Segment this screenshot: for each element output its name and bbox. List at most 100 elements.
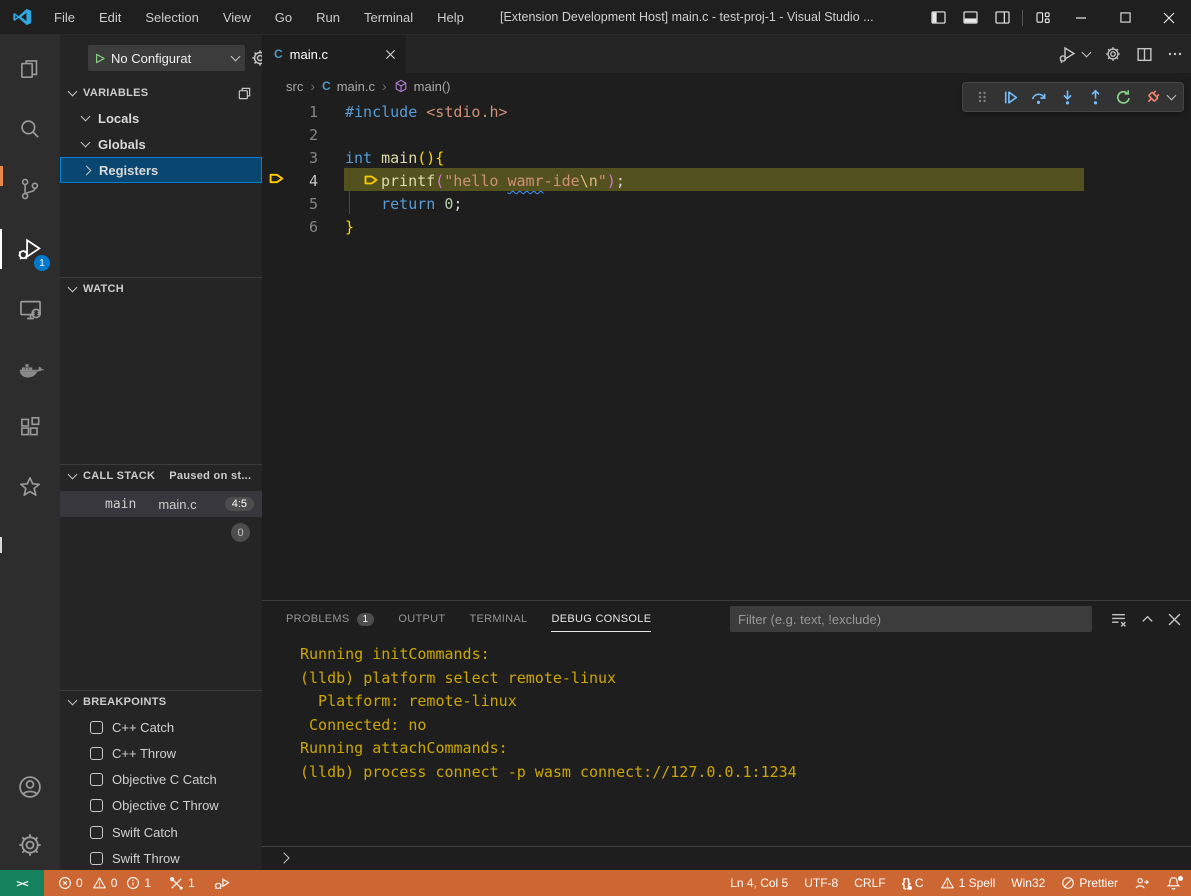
breadcrumb-symbol[interactable]: main() xyxy=(414,79,451,94)
continue-icon[interactable] xyxy=(999,86,1020,108)
step-over-icon[interactable] xyxy=(1028,86,1049,108)
breakpoint-checkbox[interactable] xyxy=(90,852,103,865)
encoding-indicator[interactable]: UTF-8 xyxy=(804,876,838,890)
toggle-secondary-sidebar-icon[interactable] xyxy=(986,0,1018,35)
breakpoint-item[interactable]: C++ Throw xyxy=(60,740,262,766)
breakpoint-checkbox[interactable] xyxy=(90,747,103,760)
watch-section-header[interactable]: WATCH xyxy=(60,278,262,300)
code-line[interactable]: 5 return 0; xyxy=(262,193,1191,216)
extensions-icon[interactable] xyxy=(0,403,60,451)
chevron-down-icon[interactable] xyxy=(1167,91,1177,101)
disconnect-icon[interactable] xyxy=(1142,86,1163,108)
breakpoint-item[interactable]: Objective C Catch xyxy=(60,767,262,793)
menu-view[interactable]: View xyxy=(211,0,263,35)
breakpoints-section-header[interactable]: BREAKPOINTS xyxy=(60,691,262,713)
language-mode[interactable]: {} C xyxy=(902,876,924,890)
variables-section-header[interactable]: VARIABLES xyxy=(60,82,262,104)
copy-value-icon[interactable] xyxy=(237,86,252,101)
close-panel-icon[interactable] xyxy=(1168,613,1181,626)
minimize-button[interactable] xyxy=(1065,0,1097,35)
breakpoint-item[interactable]: C++ Catch xyxy=(60,714,262,740)
menu-selection[interactable]: Selection xyxy=(133,0,210,35)
remote-indicator[interactable]: >< xyxy=(0,870,44,896)
run-and-debug-icon[interactable]: 1 xyxy=(0,225,60,273)
launch-configuration-dropdown[interactable]: No Configurat xyxy=(88,45,245,71)
docker-icon[interactable] xyxy=(0,345,60,393)
debug-status[interactable] xyxy=(213,876,230,891)
call-stack-title: CALL STACK xyxy=(83,470,155,482)
call-stack-section-header[interactable]: CALL STACK Paused on st... xyxy=(60,465,262,487)
breakpoint-item[interactable]: Swift Throw xyxy=(60,846,262,871)
restart-icon[interactable] xyxy=(1113,86,1134,108)
feedback-icon[interactable] xyxy=(1134,876,1150,891)
toggle-sidebar-icon[interactable] xyxy=(922,0,954,35)
maximize-button[interactable] xyxy=(1109,0,1141,35)
panel-tab-problems[interactable]: PROBLEMS1 xyxy=(286,601,374,637)
variables-scope-globals[interactable]: Globals xyxy=(60,131,262,157)
more-actions-icon[interactable] xyxy=(1167,46,1183,62)
maximize-panel-icon[interactable] xyxy=(1140,612,1155,627)
menu-run[interactable]: Run xyxy=(304,0,352,35)
spell-checker-status[interactable]: 1 Spell xyxy=(940,876,996,890)
panel-tab-debug-console[interactable]: DEBUG CONSOLE xyxy=(551,601,651,637)
problems-status[interactable]: 0 0 1 xyxy=(58,876,151,890)
run-or-debug-button[interactable] xyxy=(1058,44,1090,64)
breakpoint-checkbox[interactable] xyxy=(90,721,103,734)
close-window-button[interactable] xyxy=(1153,0,1185,35)
code-line[interactable]: 3int main(){ xyxy=(262,147,1191,170)
explorer-icon[interactable] xyxy=(0,45,60,93)
eol-indicator[interactable]: CRLF xyxy=(854,876,885,890)
notifications-bell-icon[interactable] xyxy=(1166,876,1181,891)
step-into-icon[interactable] xyxy=(1056,86,1077,108)
editor-settings-gear-icon[interactable] xyxy=(1104,45,1122,63)
code-editor[interactable]: 1#include <stdio.h>23int main(){4printf(… xyxy=(262,99,1191,600)
panel-tab-output[interactable]: OUTPUT xyxy=(398,601,445,637)
console-filter-input[interactable] xyxy=(730,606,1092,632)
star-icon[interactable] xyxy=(0,463,60,511)
tab-close-icon[interactable] xyxy=(385,49,396,60)
menu-go[interactable]: Go xyxy=(263,0,304,35)
toolbar-drag-handle[interactable] xyxy=(971,86,992,108)
breadcrumb-file[interactable]: main.c xyxy=(337,79,375,94)
breakpoint-item[interactable]: Swift Catch xyxy=(60,819,262,845)
cursor-position[interactable]: Ln 4, Col 5 xyxy=(730,876,788,890)
braces-icon: {} xyxy=(902,876,911,890)
step-out-icon[interactable] xyxy=(1085,86,1106,108)
toggle-panel-icon[interactable] xyxy=(954,0,986,35)
clear-console-icon[interactable] xyxy=(1110,611,1127,628)
source-control-icon[interactable] xyxy=(0,165,60,213)
breakpoint-checkbox[interactable] xyxy=(90,826,103,839)
settings-gear-icon[interactable] xyxy=(0,821,60,869)
breadcrumb-folder[interactable]: src xyxy=(286,79,303,94)
scope-label: Registers xyxy=(99,163,158,178)
configure-gear-icon[interactable] xyxy=(250,48,262,68)
chevron-down-icon xyxy=(81,112,91,122)
variables-scope-locals[interactable]: Locals xyxy=(60,105,262,131)
tab-main-c[interactable]: C main.c xyxy=(262,35,406,73)
menu-file[interactable]: File xyxy=(42,0,87,35)
breakpoint-item[interactable]: Objective C Throw xyxy=(60,793,262,819)
menu-edit[interactable]: Edit xyxy=(87,0,133,35)
split-editor-icon[interactable] xyxy=(1136,46,1153,63)
code-line[interactable]: 6} xyxy=(262,216,1191,239)
breakpoint-checkbox[interactable] xyxy=(90,799,103,812)
accounts-icon[interactable] xyxy=(0,763,60,811)
ports-status[interactable]: 1 xyxy=(169,876,195,891)
customize-layout-icon[interactable] xyxy=(1027,0,1059,35)
formatter-status[interactable]: Prettier xyxy=(1061,876,1118,890)
code-line[interactable]: 4printf("hello wamr-ide\n"); xyxy=(262,170,1191,193)
breakpoint-checkbox[interactable] xyxy=(90,773,103,786)
platform-indicator[interactable]: Win32 xyxy=(1011,876,1045,890)
stack-frame-row[interactable]: main main.c 4:5 xyxy=(60,491,262,517)
variables-scope-registers[interactable]: Registers xyxy=(60,157,262,183)
menu-terminal[interactable]: Terminal xyxy=(352,0,425,35)
panel-tab-terminal[interactable]: TERMINAL xyxy=(469,601,527,637)
remote-explorer-icon[interactable] xyxy=(0,285,60,333)
debug-console-input[interactable] xyxy=(262,846,1191,869)
chevron-down-icon[interactable] xyxy=(1082,48,1092,58)
search-icon[interactable] xyxy=(0,105,60,153)
notification-dot xyxy=(1178,876,1183,881)
menu-help[interactable]: Help xyxy=(425,0,476,35)
code-line[interactable]: 2 xyxy=(262,124,1191,147)
debug-sidebar: No Configurat VARIABLES Locals Globals R… xyxy=(60,35,262,870)
